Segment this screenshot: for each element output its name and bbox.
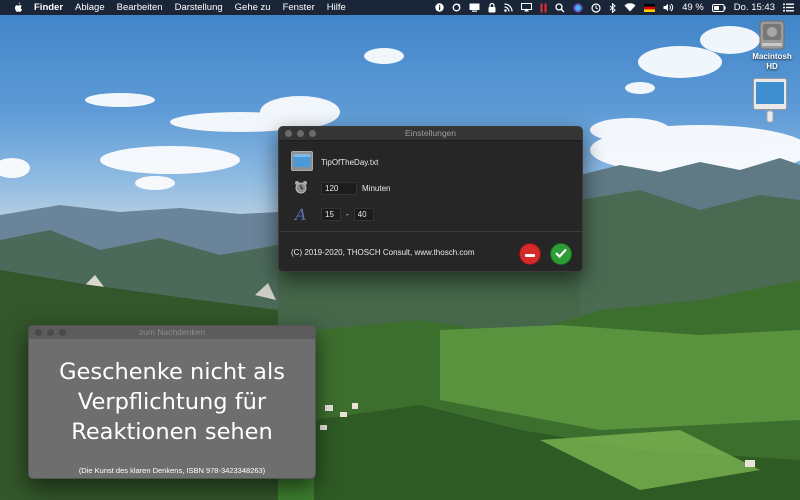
copyright-text: (C) 2019-2020, THOSCH Consult, www.thosc…	[291, 248, 475, 257]
sync-icon[interactable]	[452, 0, 461, 15]
menu-ablage[interactable]: Ablage	[75, 0, 105, 15]
search-icon[interactable]	[555, 0, 565, 15]
font-icon: A	[295, 205, 307, 224]
divider	[279, 231, 582, 232]
siri-icon[interactable]	[573, 0, 583, 15]
menu-bearbeiten[interactable]: Bearbeiten	[117, 0, 163, 15]
menu-bar: Finder Ablage Bearbeiten Darstellung Geh…	[0, 0, 800, 15]
pause-icon[interactable]	[540, 0, 547, 15]
battery-icon[interactable]	[711, 0, 726, 15]
ok-button[interactable]	[550, 243, 572, 265]
quote-line: Reaktionen sehen	[71, 419, 273, 445]
info-icon[interactable]	[435, 0, 444, 15]
interval-row: Minuten	[294, 180, 390, 196]
minus-icon	[525, 245, 535, 263]
usb-drive-icon	[753, 78, 787, 126]
time-machine-icon[interactable]	[591, 0, 601, 15]
wifi-icon[interactable]	[624, 0, 636, 15]
alarm-clock-icon	[294, 180, 308, 196]
desktop-icon-macintosh-hd[interactable]: Macintosh HD	[750, 18, 794, 72]
settings-titlebar[interactable]: Einstellungen	[279, 127, 582, 141]
range-separator: -	[346, 210, 349, 219]
flag-de-icon[interactable]	[644, 0, 656, 15]
settings-window: Einstellungen TipOfTheDay.txt Minuten A …	[278, 126, 583, 272]
interval-input[interactable]	[321, 181, 357, 195]
display-icon[interactable]	[469, 0, 480, 15]
quote-line: Verpflichtung für	[77, 389, 267, 415]
menu-fenster[interactable]: Fenster	[283, 0, 315, 15]
nachdenken-titlebar[interactable]: zum Nachdenken	[29, 326, 315, 339]
quote-text: Geschenke nicht als Verpflichtung für Re…	[29, 357, 315, 447]
menu-darstellung[interactable]: Darstellung	[175, 0, 223, 15]
font-max-input[interactable]	[353, 208, 374, 221]
cast-icon[interactable]	[521, 0, 533, 15]
file-row: TipOfTheDay.txt	[291, 151, 378, 173]
font-size-row: A -	[295, 205, 374, 224]
interval-unit-label: Minuten	[362, 183, 391, 193]
file-icon[interactable]	[291, 151, 313, 173]
checkmark-icon	[555, 245, 567, 263]
font-min-input[interactable]	[321, 208, 341, 221]
desktop-icon-label: Macintosh HD	[752, 52, 792, 71]
settings-window-title: Einstellungen	[404, 128, 457, 138]
rss-icon[interactable]	[504, 0, 513, 15]
menu-app-finder[interactable]: Finder	[34, 0, 63, 15]
lock-icon[interactable]	[488, 0, 496, 15]
quote-line: Geschenke nicht als	[59, 359, 285, 385]
apple-menu-icon[interactable]	[11, 0, 25, 15]
menu-list-icon[interactable]	[783, 0, 794, 15]
menu-gehe-zu[interactable]: Gehe zu	[235, 0, 271, 15]
desktop-icon-usb-drive[interactable]	[752, 78, 788, 126]
quote-source: (Die Kunst des klaren Denkens, ISBN 978-…	[78, 466, 266, 475]
bluetooth-icon[interactable]	[609, 0, 616, 15]
nachdenken-window-title: zum Nachdenken	[138, 327, 206, 337]
nachdenken-window: zum Nachdenken Geschenke nicht als Verpf…	[28, 325, 316, 479]
menu-hilfe[interactable]: Hilfe	[327, 0, 346, 15]
battery-percent[interactable]: 49 %	[682, 0, 704, 15]
cancel-button[interactable]	[519, 243, 541, 265]
volume-icon[interactable]	[663, 0, 674, 15]
file-name: TipOfTheDay.txt	[321, 157, 379, 167]
status-bar: 49 % Do. 15:43	[427, 0, 794, 15]
menubar-clock[interactable]: Do. 15:43	[734, 0, 775, 15]
